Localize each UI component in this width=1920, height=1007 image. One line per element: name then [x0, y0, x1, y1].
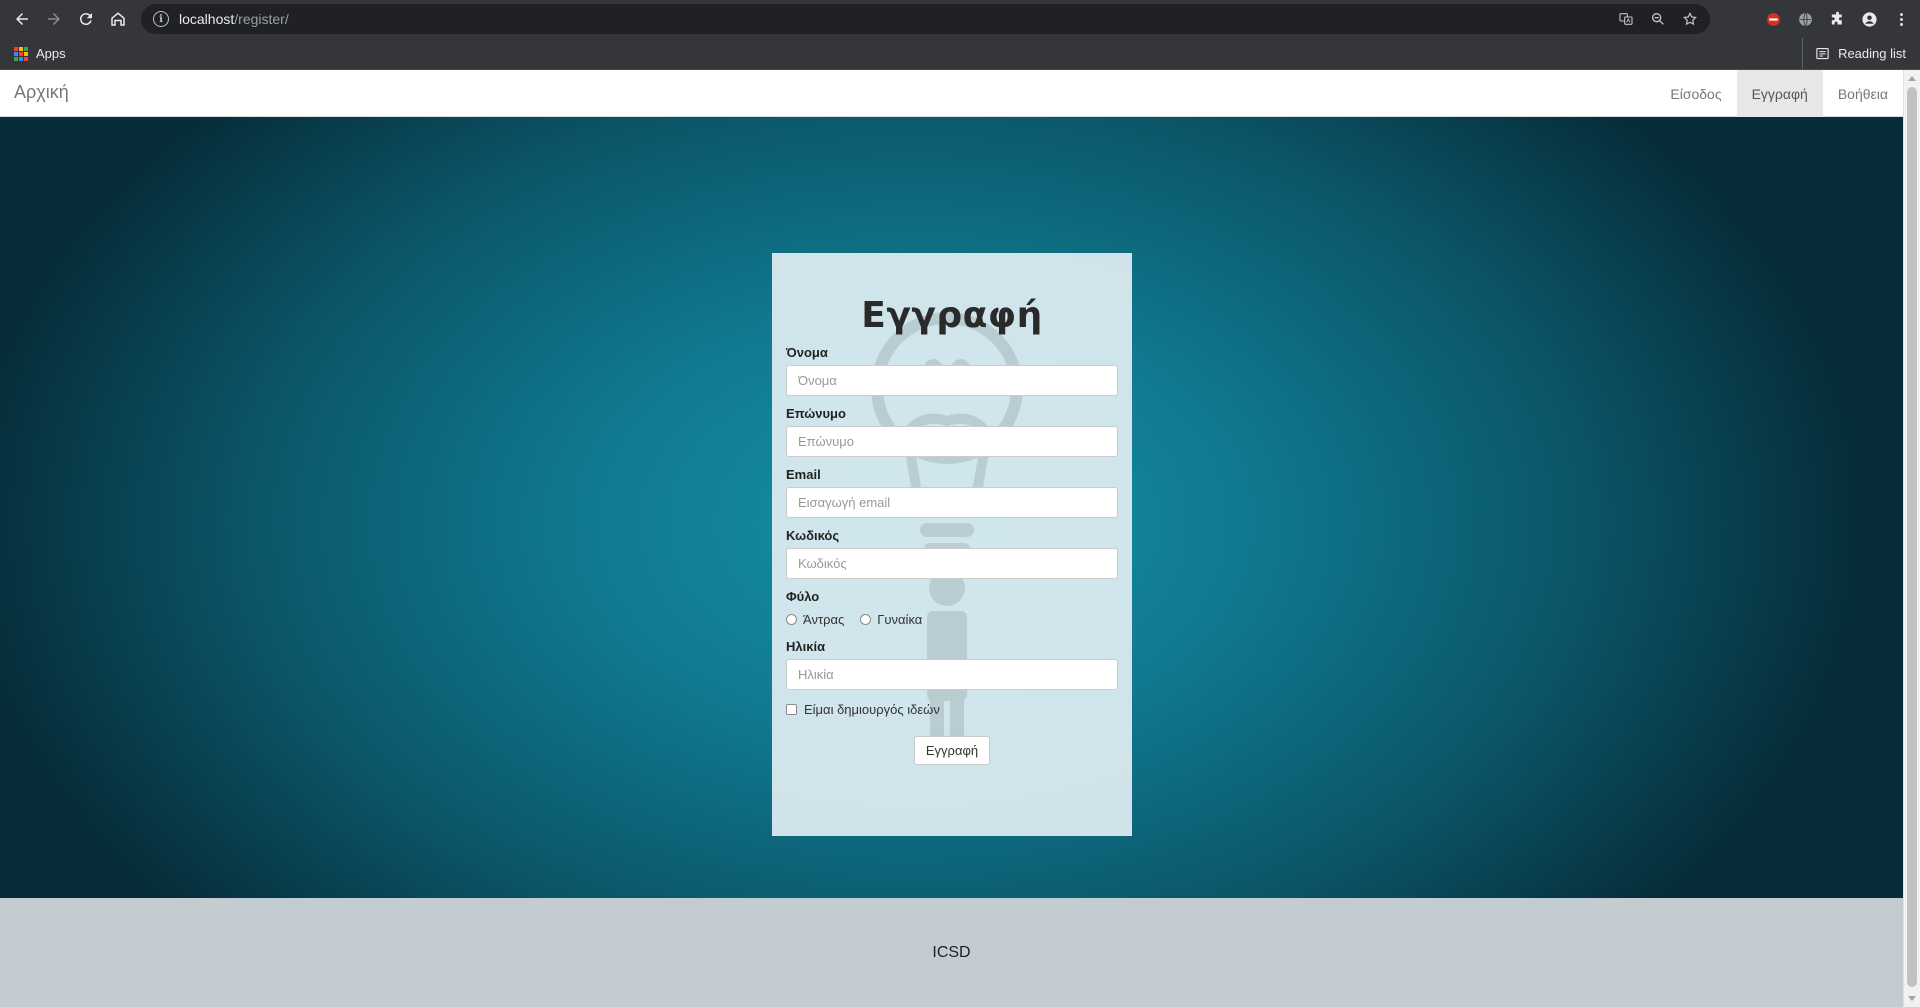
- apps-grid-icon[interactable]: [14, 46, 28, 61]
- browser-menu-icon[interactable]: [1888, 4, 1914, 34]
- last-name-label: Επώνυμο: [786, 406, 846, 421]
- url-host: localhost: [179, 11, 235, 27]
- site-navbar: Αρχική Είσοδος Εγγραφή Βοήθεια: [0, 70, 1903, 117]
- nav-link-register[interactable]: Εγγραφή: [1736, 70, 1823, 117]
- first-name-input[interactable]: [786, 365, 1118, 396]
- address-bar[interactable]: i localhost/register/: [141, 4, 1710, 34]
- email-label: Email: [786, 467, 821, 482]
- register-submit-button[interactable]: Εγγραφή: [913, 736, 991, 765]
- form-title: Εγγραφή: [861, 295, 1043, 336]
- reload-icon: [79, 13, 92, 26]
- idea-creator-row: Είμαι δημιουργός ιδεών: [786, 699, 1118, 719]
- gender-female-label[interactable]: Γυναίκα: [877, 612, 922, 627]
- site-info-icon[interactable]: i: [153, 11, 169, 27]
- gender-male-radio[interactable]: [786, 613, 797, 625]
- home-icon: [111, 12, 125, 26]
- extensions-puzzle-icon[interactable]: [1824, 4, 1850, 34]
- reload-button[interactable]: [70, 3, 102, 35]
- registration-form: Εγγραφή Όνομα Επώνυμο Email Κωδικός Φύλο…: [772, 253, 1132, 836]
- url-path: /register/: [234, 11, 289, 27]
- nav-links: Είσοδος Εγγραφή Βοήθεια: [1655, 70, 1903, 117]
- brand-home-link[interactable]: Αρχική: [14, 82, 69, 103]
- gender-label: Φύλο: [786, 589, 820, 604]
- bookmarks-bar: Apps Reading list: [0, 38, 1920, 70]
- home-button[interactable]: [102, 3, 134, 35]
- site-footer: ICSD: [0, 898, 1903, 1007]
- idea-creator-checkbox[interactable]: [786, 703, 797, 715]
- scroll-up-arrow-icon[interactable]: [1908, 76, 1916, 81]
- submit-wrap: Εγγραφή: [786, 736, 1118, 765]
- profile-avatar-icon[interactable]: [1856, 4, 1882, 34]
- reading-list-icon: [1816, 47, 1829, 60]
- extensions-area: [1760, 4, 1914, 34]
- gender-female-radio[interactable]: [860, 613, 872, 625]
- extension-block-icon[interactable]: [1760, 4, 1786, 34]
- browser-toolbar: i localhost/register/: [0, 0, 1920, 38]
- hero-background: Εγγραφή Όνομα Επώνυμο Email Κωδικός Φύλο…: [0, 117, 1903, 898]
- zoom-icon[interactable]: [1646, 7, 1670, 31]
- password-label: Κωδικός: [786, 528, 840, 543]
- apps-bookmark[interactable]: Apps: [36, 46, 66, 61]
- reading-list-label: Reading list: [1838, 46, 1906, 61]
- first-name-label: Όνομα: [786, 345, 828, 360]
- age-label: Ηλικία: [786, 639, 826, 654]
- nav-link-login[interactable]: Είσοδος: [1655, 70, 1736, 117]
- page-viewport: Αρχική Είσοδος Εγγραφή Βοήθεια Εγγραφή Ό…: [0, 70, 1903, 1007]
- back-button[interactable]: [6, 3, 38, 35]
- gender-male-label[interactable]: Άντρας: [803, 612, 844, 627]
- age-input[interactable]: [786, 659, 1118, 690]
- translate-icon[interactable]: [1614, 7, 1638, 31]
- page-scrollbar[interactable]: [1903, 70, 1920, 1007]
- reading-list-button[interactable]: Reading list: [1802, 38, 1906, 69]
- arrow-left-icon: [16, 13, 28, 25]
- arrow-right-icon: [48, 13, 60, 25]
- forward-button[interactable]: [38, 3, 70, 35]
- extension-globe-icon[interactable]: [1792, 4, 1818, 34]
- gender-options: Άντρας Γυναίκα: [786, 609, 1118, 629]
- password-input[interactable]: [786, 548, 1118, 579]
- idea-creator-label[interactable]: Είμαι δημιουργός ιδεών: [804, 702, 940, 717]
- bookmark-star-icon[interactable]: [1678, 7, 1702, 31]
- last-name-input[interactable]: [786, 426, 1118, 457]
- nav-link-help[interactable]: Βοήθεια: [1823, 70, 1903, 117]
- scroll-thumb[interactable]: [1907, 87, 1917, 987]
- email-input[interactable]: [786, 487, 1118, 518]
- scroll-down-arrow-icon[interactable]: [1908, 996, 1916, 1001]
- footer-text: ICSD: [932, 943, 971, 961]
